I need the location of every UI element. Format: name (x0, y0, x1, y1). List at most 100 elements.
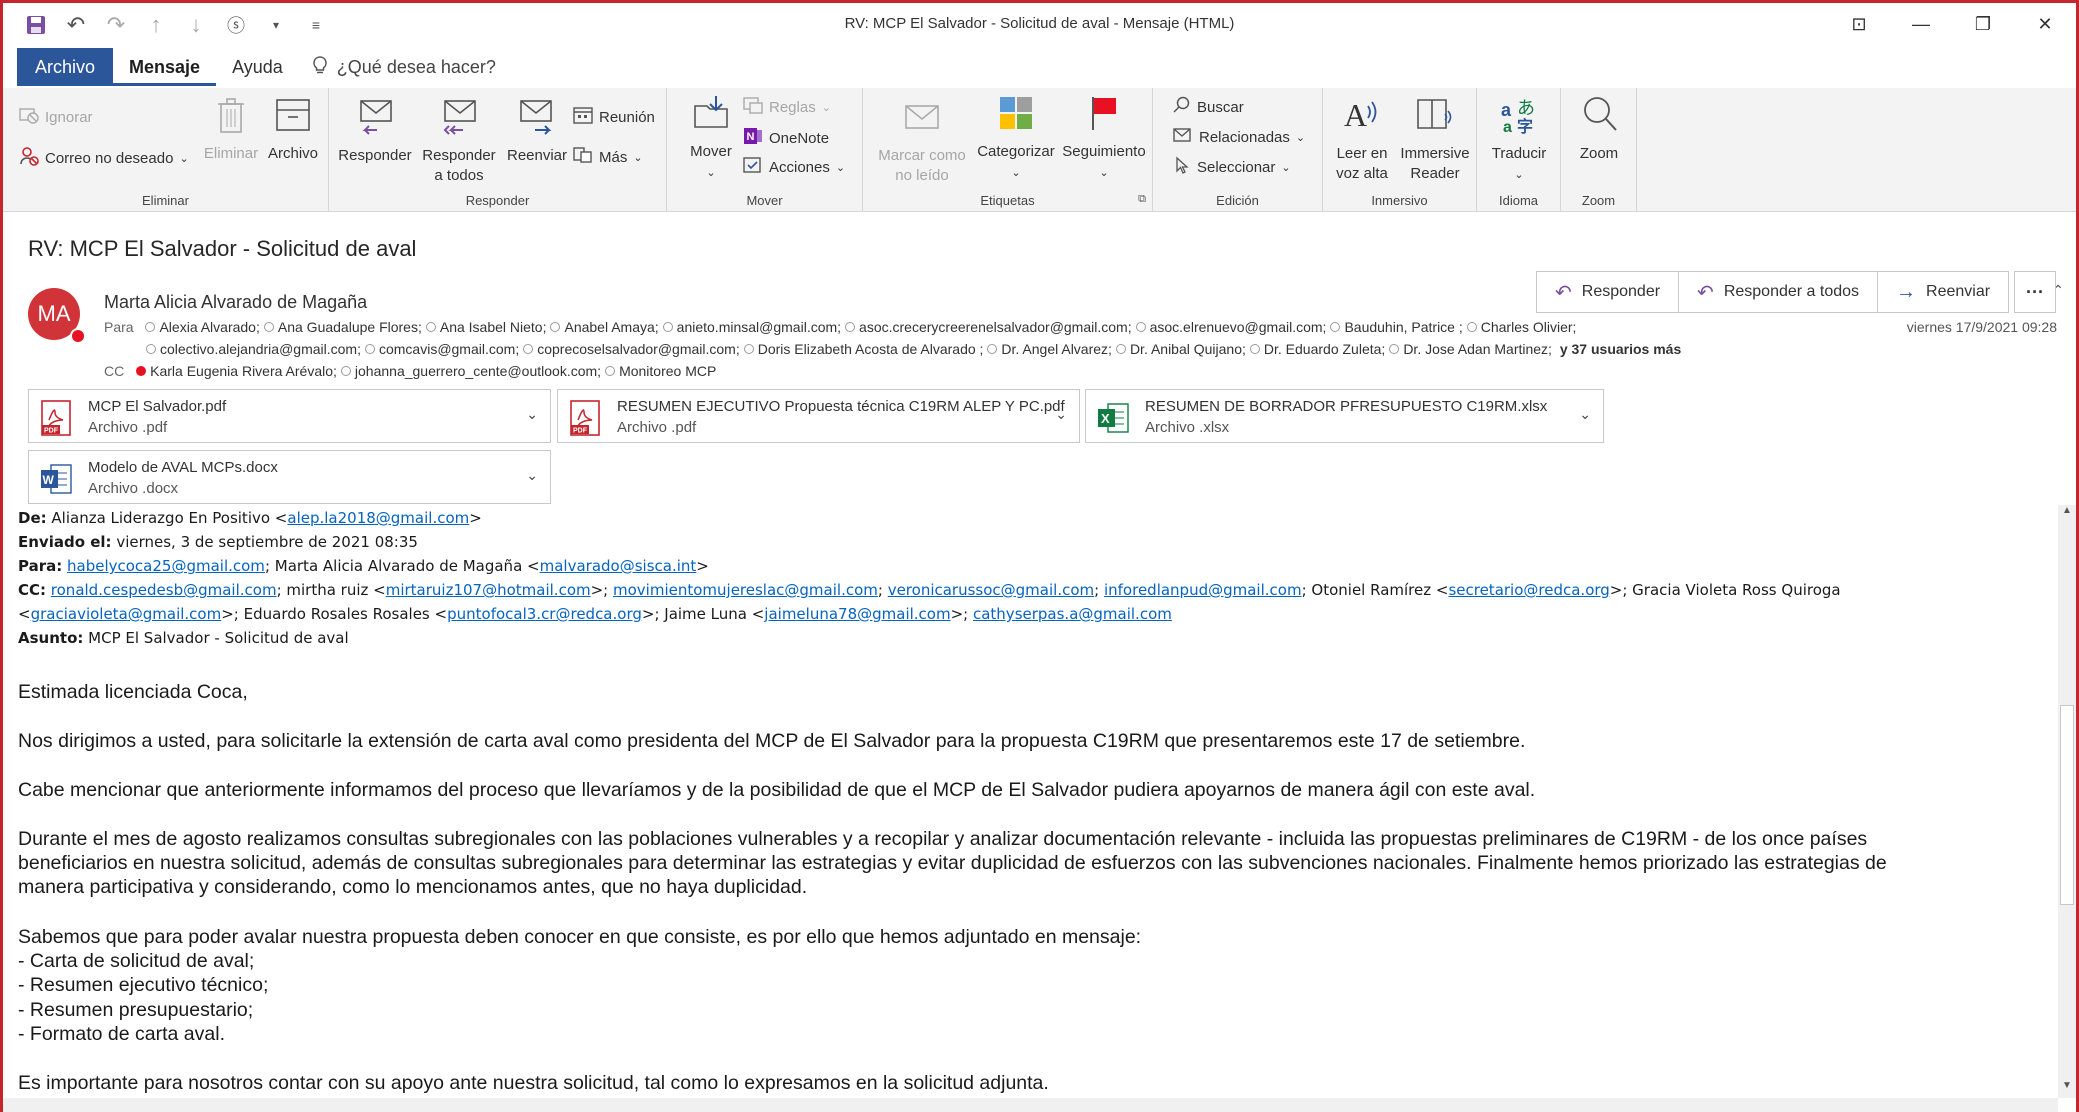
move-button[interactable]: Mover ⌄ (683, 94, 739, 183)
restore-icon[interactable]: ❐ (1952, 3, 2014, 46)
onenote-button[interactable]: N OneNote (743, 126, 829, 150)
categorize-button[interactable]: Categorizar ⌄ (973, 94, 1059, 183)
more-respond-button[interactable]: Más ⌄ (573, 146, 643, 168)
junk-button[interactable]: Correo no deseado ⌄ (19, 146, 189, 170)
horizontal-scrollbar[interactable] (3, 1098, 2058, 1112)
vertical-scrollbar[interactable]: ▲ ▼ (2058, 505, 2076, 1098)
recipient-chip[interactable]: Bauduhin, Patrice ; (1330, 319, 1463, 335)
chevron-down-icon[interactable]: ⌄ (526, 467, 538, 484)
chevron-down-icon[interactable]: ⌄ (1055, 406, 1067, 423)
attachment-item[interactable]: PDF MCP El Salvador.pdf Archivo .pdf ⌄ (28, 389, 551, 443)
tab-message[interactable]: Mensaje (113, 52, 217, 86)
recipient-chip[interactable]: Ana Isabel Nieto; (425, 319, 546, 335)
close-icon[interactable]: ✕ (2014, 3, 2076, 46)
recipient-chip[interactable]: Dr. Eduardo Zuleta; (1249, 341, 1385, 357)
select-button[interactable]: Seleccionar ⌄ (1173, 156, 1291, 178)
cc-email-link[interactable]: cathyserpas.a@gmail.com (973, 605, 1172, 623)
read-aloud-button[interactable]: A Leer en voz alta (1329, 94, 1395, 184)
cc-email-link[interactable]: mirtaruiz107@hotmail.com (386, 581, 591, 599)
scroll-up-icon[interactable]: ▲ (2058, 505, 2076, 523)
meeting-icon (573, 106, 593, 128)
fwd-to-email1-link[interactable]: habelycoca25@gmail.com (67, 557, 265, 575)
immersive-reader-button[interactable]: Immersive Reader (1395, 94, 1475, 184)
recipient-chip[interactable]: Dr. Jose Adan Martinez; (1389, 341, 1552, 357)
recipient-chip[interactable]: comcavis@gmail.com; (364, 341, 519, 357)
ribbon-display-options-icon[interactable]: ⊡ (1828, 3, 1890, 46)
chevron-down-icon[interactable]: ⌄ (526, 406, 538, 423)
reply-button[interactable]: Responder (337, 98, 413, 166)
cc-email-link[interactable]: veronicarussoc@gmail.com (888, 581, 1094, 599)
cc-email-link[interactable]: jaimeluna78@gmail.com (764, 605, 950, 623)
cc-email-link[interactable]: inforedlanpud@gmail.com (1104, 581, 1302, 599)
group-edit: Buscar Relacionadas ⌄ Seleccionar ⌄ Edic… (1153, 88, 1323, 212)
cc-email-link[interactable]: secretario@redca.org (1448, 581, 1609, 599)
cc-email-link[interactable]: ronald.cespedesb@gmail.com (51, 581, 277, 599)
mark-unread-button[interactable]: Marcar como no leído (873, 98, 971, 186)
recipient-chip[interactable]: colectivo.alejandria@gmail.com; (146, 341, 361, 357)
trash-icon (201, 96, 261, 140)
recipient-chip[interactable]: asoc.elrenuevo@gmail.com; (1135, 319, 1326, 335)
archive-button[interactable]: Archivo (263, 96, 323, 164)
recipient-chip[interactable]: Anabel Amaya; (550, 319, 659, 335)
scroll-down-icon[interactable]: ▼ (2058, 1080, 2076, 1098)
junk-dropdown-icon: ⌄ (179, 152, 189, 165)
window-controls: ⊡ — ❐ ✕ (1828, 3, 2076, 46)
attachment-item[interactable]: PDF RESUMEN EJECUTIVO Propuesta técnica C… (557, 389, 1080, 443)
recipient-chip[interactable]: johanna_guerrero_cente@outlook.com; (340, 363, 601, 379)
reply-all-arrow-icon: ↶ (1697, 281, 1714, 304)
follow-up-button[interactable]: Seguimiento ⌄ (1059, 94, 1149, 183)
reply-all-button[interactable]: Responder a todos (419, 98, 499, 186)
recipient-chip[interactable]: anieto.minsal@gmail.com; (662, 319, 841, 335)
forward-button[interactable]: Reenviar (505, 98, 569, 166)
group-delete: Ignorar Correo no deseado ⌄ Eliminar Arc… (3, 88, 329, 212)
cursor-icon (1173, 156, 1191, 178)
recipient-chip[interactable]: Karla Eugenia Rivera Arévalo; (136, 363, 337, 379)
reply-arrow-icon: ↶ (1555, 281, 1572, 304)
actions-button[interactable]: Acciones ⌄ (743, 156, 845, 178)
recipient-chip[interactable]: asoc.crecerycreerenelsalvador@gmail.com; (845, 319, 1132, 335)
cc-email-link[interactable]: puntofocal3.cr@redca.org (447, 605, 642, 623)
reply-all-action-button[interactable]: ↶ Responder a todos (1678, 271, 1879, 313)
forward-arrow-icon: → (1896, 280, 1917, 303)
scrollbar-thumb[interactable] (2060, 705, 2074, 905)
delete-button[interactable]: Eliminar (201, 96, 261, 164)
attachment-item[interactable]: X RESUMEN DE BORRADOR PFRESUPUESTO C19RM.… (1085, 389, 1604, 443)
tell-me-box[interactable]: ¿Qué desea hacer? (299, 55, 496, 80)
presence-icon (845, 322, 856, 332)
forward-action-button[interactable]: → Reenviar (1877, 271, 2010, 313)
attachment-item[interactable]: W Modelo de AVAL MCPs.docx Archivo .docx ⌄ (28, 450, 551, 504)
recipient-chip[interactable]: Ana Guadalupe Flores; (263, 319, 422, 335)
more-actions-icon[interactable]: ··· (2014, 271, 2056, 313)
minimize-icon[interactable]: — (1890, 3, 1952, 46)
more-users-link[interactable]: y 37 usuarios más (1560, 341, 1681, 357)
recipient-chip[interactable]: Monitoreo MCP (605, 363, 716, 379)
fwd-to-email2-link[interactable]: malvarado@sisca.int (540, 557, 697, 575)
tab-file[interactable]: Archivo (17, 48, 114, 86)
recipient-chip[interactable]: Charles Olivier; (1466, 319, 1576, 335)
rules-button[interactable]: Reglas ⌄ (743, 96, 831, 118)
cc-email-link[interactable]: movimientomujereslac@gmail.com (613, 581, 878, 599)
presence-icon (340, 366, 351, 376)
sender-name[interactable]: Marta Alicia Alvarado de Magaña (104, 292, 367, 313)
received-date: viernes 17/9/2021 09:28 (1906, 319, 2057, 335)
reply-action-button[interactable]: ↶ Responder (1536, 271, 1680, 313)
recipient-chip[interactable]: Doris Elizabeth Acosta de Alvarado ; (743, 341, 983, 357)
tab-help[interactable]: Ayuda (216, 48, 299, 86)
recipient-chip[interactable]: Dr. Angel Alvarez; (987, 341, 1112, 357)
meeting-button[interactable]: Reunión (573, 106, 655, 128)
ignore-button[interactable]: Ignorar (19, 106, 93, 128)
attachment-name: RESUMEN DE BORRADOR PFRESUPUESTO C19RM.x… (1145, 398, 1548, 415)
recipient-chip[interactable]: Dr. Anibal Quijano; (1115, 341, 1246, 357)
find-button[interactable]: Buscar (1173, 96, 1244, 118)
zoom-button[interactable]: Zoom (1567, 94, 1631, 164)
cc-list: Karla Eugenia Rivera Arévalo; johanna_gue… (136, 363, 720, 379)
recipient-chip[interactable]: Alexia Alvarado; (145, 319, 260, 335)
cc-email-link[interactable]: graciavioleta@gmail.com (31, 605, 222, 623)
recipient-chip[interactable]: coprecoselsalvador@gmail.com; (523, 341, 740, 357)
svg-text:あ: あ (1517, 98, 1535, 119)
chevron-down-icon[interactable]: ⌄ (1579, 406, 1591, 423)
presence-icon (263, 322, 274, 332)
fwd-from-email-link[interactable]: alep.la2018@gmail.com (287, 509, 469, 527)
related-button[interactable]: Relacionadas ⌄ (1173, 126, 1305, 148)
translate-button[interactable]: aあa字 Traducir ⌄ (1483, 94, 1555, 185)
